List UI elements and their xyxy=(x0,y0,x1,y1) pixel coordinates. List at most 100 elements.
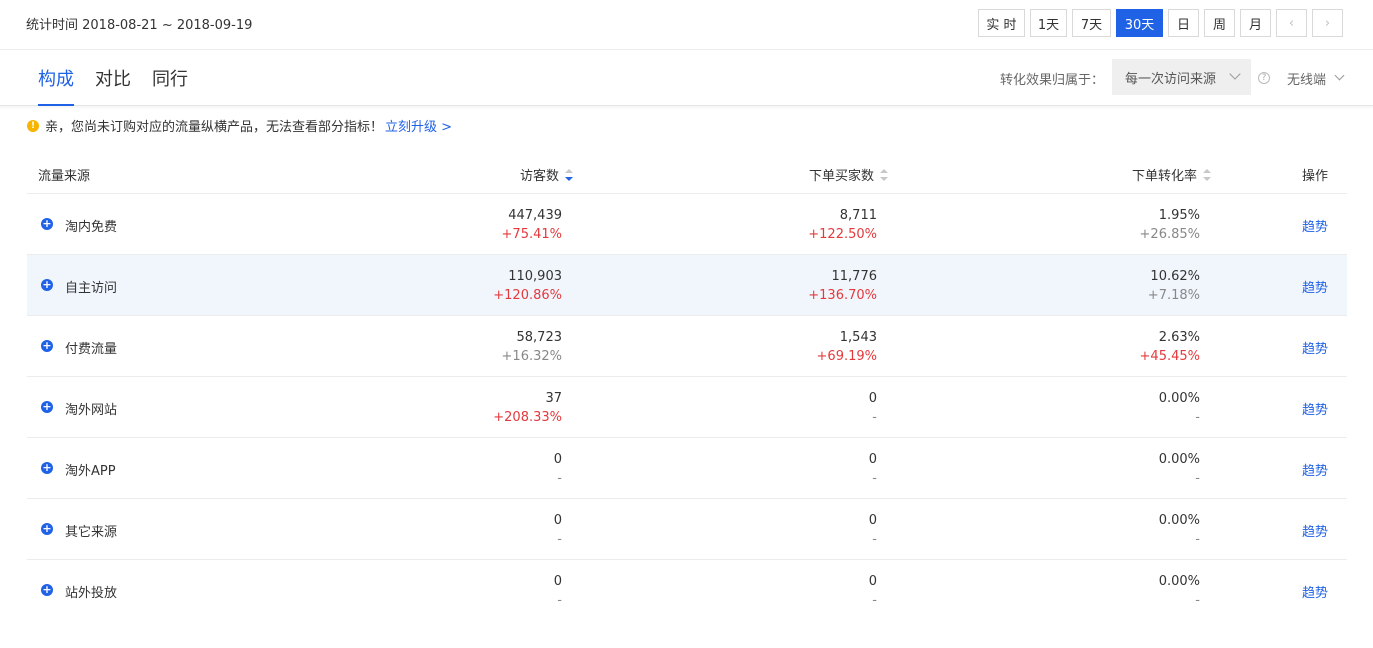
rate-cell: 2.63% +45.45% xyxy=(1140,328,1200,366)
expand-plus-icon[interactable]: + xyxy=(41,584,53,596)
sort-icon[interactable] xyxy=(1203,169,1212,181)
trend-link[interactable]: 趋势 xyxy=(1302,460,1328,479)
visitors-change: +120.86% xyxy=(493,288,562,303)
column-header-rate[interactable]: 下单转化率 xyxy=(1132,165,1212,184)
column-header-visitors[interactable]: 访客数 xyxy=(520,165,574,184)
rate-value: 1.95% xyxy=(1158,208,1200,223)
trend-link[interactable]: 趋势 xyxy=(1302,338,1328,357)
rate-change: - xyxy=(1195,471,1200,486)
column-header-source: 流量来源 xyxy=(38,169,91,184)
buyers-change: - xyxy=(872,593,877,608)
column-header-buyers-label: 下单买家数 xyxy=(809,169,875,184)
source-name: 淘外网站 xyxy=(65,403,118,418)
next-period-button[interactable]: › xyxy=(1312,9,1343,37)
source-name: 站外投放 xyxy=(65,586,118,601)
rate-value: 2.63% xyxy=(1158,330,1200,345)
device-select[interactable]: 无线端 xyxy=(1287,69,1326,88)
range-button-day[interactable]: 日 xyxy=(1168,9,1199,37)
buyers-change: - xyxy=(872,532,877,547)
tab-bar: 构成 对比 同行 转化效果归属于： 每一次访问来源 ? 无线端 xyxy=(0,50,1373,106)
visitors-change: - xyxy=(557,593,562,608)
column-header-rate-label: 下单转化率 xyxy=(1132,169,1198,184)
visitors-value: 37 xyxy=(545,391,562,406)
top-bar: 统计时间 2018-08-21 ~ 2018-09-19 实 时 1天 7天 3… xyxy=(0,0,1373,50)
table-row: + 付费流量 58,723 +16.32% 1,543 +69.19% 2.63% +… xyxy=(27,316,1347,377)
buyers-value: 11,776 xyxy=(831,269,878,284)
trend-link[interactable]: 趋势 xyxy=(1302,521,1328,540)
help-icon[interactable]: ? xyxy=(1258,72,1270,84)
visitors-cell: 447,439 +75.41% xyxy=(502,206,562,244)
visitors-value: 58,723 xyxy=(516,330,563,345)
table-row: + 淘外APP 0- 0- 0.00% - 趋势 xyxy=(27,438,1347,499)
visitors-value: 447,439 xyxy=(508,208,562,223)
visitors-change: +16.32% xyxy=(501,349,562,364)
rate-change: +45.45% xyxy=(1139,349,1200,364)
notice-text: 亲，您尚未订购对应的流量纵横产品，无法查看部分指标！ xyxy=(45,120,384,135)
prev-period-button[interactable]: ‹ xyxy=(1276,9,1307,37)
expand-plus-icon[interactable]: + xyxy=(41,401,53,413)
buyers-cell: 0- xyxy=(869,450,877,488)
visitors-cell: 58,723 +16.32% xyxy=(502,328,562,366)
stat-time-range: 统计时间 2018-08-21 ~ 2018-09-19 xyxy=(26,18,253,33)
buyers-change: +122.50% xyxy=(808,227,877,242)
trend-link[interactable]: 趋势 xyxy=(1302,582,1328,601)
buyers-change: - xyxy=(872,410,877,425)
range-button-1d[interactable]: 1天 xyxy=(1030,9,1067,37)
upgrade-notice: ! 亲，您尚未订购对应的流量纵横产品，无法查看部分指标！ 立刻升级 > xyxy=(27,116,452,135)
trend-link[interactable]: 趋势 xyxy=(1302,399,1328,418)
rate-change: - xyxy=(1195,532,1200,547)
rate-change: - xyxy=(1195,593,1200,608)
range-button-30d[interactable]: 30天 xyxy=(1116,9,1163,37)
expand-plus-icon[interactable]: + xyxy=(41,218,53,230)
trend-link[interactable]: 趋势 xyxy=(1302,216,1328,235)
sort-icon[interactable] xyxy=(880,169,889,181)
table-row: + 自主访问 110,903 +120.86% 11,776 +136.70% 10… xyxy=(27,255,1347,316)
visitors-cell: 110,903 +120.86% xyxy=(493,267,562,305)
table-header: 流量来源 访客数 下单买家数 下单转化率 操作 xyxy=(27,153,1347,194)
rate-cell: 10.62% +7.18% xyxy=(1148,267,1200,305)
visitors-value: 0 xyxy=(553,574,562,589)
tab-composition[interactable]: 构成 xyxy=(38,65,74,106)
buyers-value: 0 xyxy=(868,574,877,589)
column-header-buyers[interactable]: 下单买家数 xyxy=(809,165,889,184)
visitors-cell: 0- xyxy=(554,450,562,488)
tab-compare[interactable]: 对比 xyxy=(95,65,131,106)
table-row: + 其它来源 0- 0- 0.00% - 趋势 xyxy=(27,499,1347,560)
visitors-value: 110,903 xyxy=(508,269,562,284)
source-name: 付费流量 xyxy=(65,342,118,357)
table-row: + 淘内免费 447,439 +75.41% 8,711 +122.50% 1.95… xyxy=(27,194,1347,255)
visitors-cell: 0- xyxy=(554,572,562,610)
rate-value: 0.00% xyxy=(1158,452,1200,467)
buyers-value: 1,543 xyxy=(839,330,877,345)
rate-cell: 0.00% - xyxy=(1159,572,1200,610)
expand-plus-icon[interactable]: + xyxy=(41,462,53,474)
source-name: 自主访问 xyxy=(65,281,118,296)
sort-icon[interactable] xyxy=(565,169,574,181)
warning-icon: ! xyxy=(27,119,39,132)
tab-peers[interactable]: 同行 xyxy=(152,65,188,106)
column-header-visitors-label: 访客数 xyxy=(520,169,560,184)
visitors-change: +208.33% xyxy=(493,410,562,425)
column-header-action: 操作 xyxy=(1302,169,1329,184)
buyers-change: +69.19% xyxy=(816,349,877,364)
conversion-attribution-select[interactable]: 每一次访问来源 xyxy=(1112,59,1251,95)
expand-plus-icon[interactable]: + xyxy=(41,279,53,291)
range-button-realtime[interactable]: 实 时 xyxy=(978,9,1025,37)
range-button-week[interactable]: 周 xyxy=(1204,9,1235,37)
range-button-month[interactable]: 月 xyxy=(1240,9,1271,37)
upgrade-link[interactable]: 立刻升级 > xyxy=(385,116,452,135)
buyers-cell: 0- xyxy=(869,511,877,549)
chevron-down-icon[interactable] xyxy=(1334,70,1345,81)
range-button-7d[interactable]: 7天 xyxy=(1072,9,1111,37)
conversion-attribution-label: 转化效果归属于： xyxy=(1000,73,1105,88)
expand-plus-icon[interactable]: + xyxy=(41,523,53,535)
rate-value: 0.00% xyxy=(1158,391,1200,406)
buyers-cell: 0- xyxy=(869,389,877,427)
visitors-cell: 0- xyxy=(554,511,562,549)
buyers-cell: 0- xyxy=(869,572,877,610)
visitors-change: - xyxy=(557,471,562,486)
expand-plus-icon[interactable]: + xyxy=(41,340,53,352)
trend-link[interactable]: 趋势 xyxy=(1302,277,1328,296)
chevron-down-icon xyxy=(1229,68,1241,80)
buyers-cell: 8,711 +122.50% xyxy=(808,206,877,244)
